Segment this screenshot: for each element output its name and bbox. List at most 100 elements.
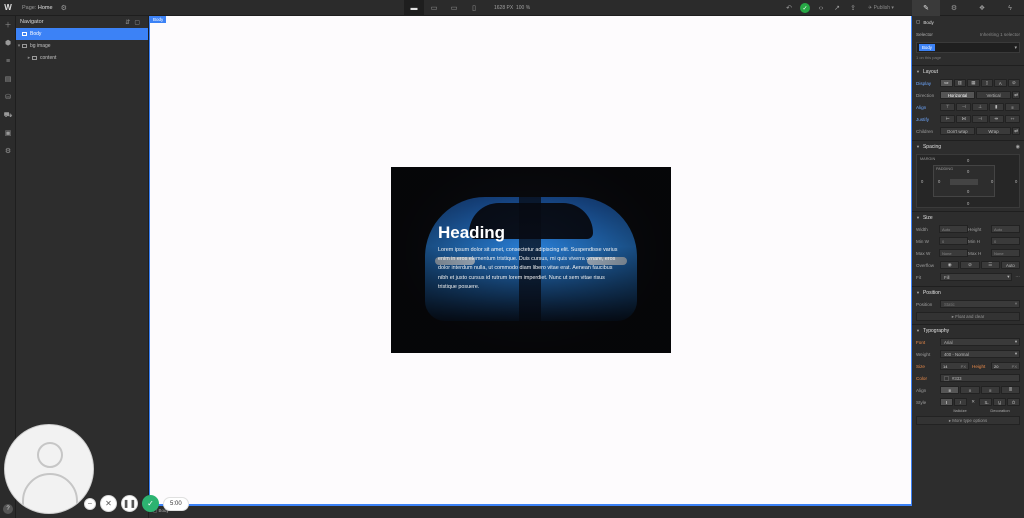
nav-item-body[interactable]: Body xyxy=(16,28,148,40)
align-center-icon[interactable]: ⊣ xyxy=(956,103,972,111)
font-size-input[interactable]: 14 PX xyxy=(940,362,969,370)
nav-item-bg-image[interactable]: ▾ bg image xyxy=(16,40,148,52)
padding-top[interactable]: 0 xyxy=(967,169,969,174)
direction-horizontal-button[interactable]: Horizontal xyxy=(940,91,975,99)
justify-around-icon[interactable]: ⇿ xyxy=(1004,115,1021,123)
align-right-icon[interactable]: ≡ xyxy=(980,386,1000,394)
interactions-icon[interactable]: ❖ xyxy=(968,0,996,16)
code-icon[interactable]: ‹› xyxy=(816,5,826,12)
margin-top[interactable]: 0 xyxy=(967,158,969,163)
pages-icon[interactable]: ▤ xyxy=(0,70,16,88)
max-width-input[interactable]: None xyxy=(939,249,968,257)
tablet-icon[interactable]: ▭ xyxy=(424,0,444,16)
weight-select[interactable]: 400 - Normal ▾ xyxy=(940,350,1020,358)
display-flex-button[interactable]: ▥ xyxy=(953,79,966,87)
width-input[interactable]: Auto xyxy=(939,225,968,233)
settings-gear-icon[interactable]: ⚙ xyxy=(0,142,16,160)
reverse-wrap-icon[interactable]: ⇄ xyxy=(1012,127,1020,135)
finish-recording-button[interactable]: ✓ xyxy=(142,495,159,512)
margin-right[interactable]: 0 xyxy=(1015,179,1017,184)
body-selection-tag[interactable]: Body xyxy=(150,16,167,23)
justify-between-icon[interactable]: ⇹ xyxy=(988,115,1004,123)
webflow-logo[interactable]: W xyxy=(0,0,16,16)
margin-bottom[interactable]: 0 xyxy=(967,201,969,206)
wrap-button[interactable]: Wrap xyxy=(976,127,1011,135)
padding-left[interactable]: 0 xyxy=(938,179,940,184)
direction-vertical-button[interactable]: Vertical xyxy=(976,91,1011,99)
section-spacing[interactable]: ▼ Spacing ◉ xyxy=(912,140,1024,152)
overflow-visible-icon[interactable]: ◉ xyxy=(940,261,960,269)
hero-heading[interactable]: Heading xyxy=(438,223,624,243)
fit-select[interactable]: Fill ▾ xyxy=(940,273,1013,281)
overflow-hidden-icon[interactable]: ⊘ xyxy=(960,261,980,269)
desktop-icon[interactable]: ▬ xyxy=(404,0,424,16)
selector-field[interactable]: Body ▾ xyxy=(916,42,1020,53)
display-grid-button[interactable]: ▦ xyxy=(967,79,980,87)
eye-icon[interactable]: ◉ xyxy=(1016,144,1020,150)
section-typography[interactable]: ▼ Typography xyxy=(912,324,1024,336)
padding-bottom[interactable]: 0 xyxy=(967,189,969,194)
display-inline-button[interactable]: A xyxy=(994,79,1007,87)
ecommerce-icon[interactable]: ⛟ xyxy=(0,106,16,124)
webcam-bubble[interactable] xyxy=(4,424,94,514)
spacing-editor[interactable]: MARGIN PADDING 0 0 0 0 0 0 0 0 xyxy=(916,154,1020,208)
padding-right[interactable]: 0 xyxy=(991,179,993,184)
selector-chip[interactable]: Body xyxy=(919,44,936,51)
min-height-input[interactable]: 0 xyxy=(991,237,1020,245)
line-height-unit[interactable]: PX xyxy=(1012,364,1017,369)
navigator-icon[interactable]: ≡ xyxy=(0,52,16,70)
align-end-icon[interactable]: ⊥ xyxy=(972,103,988,111)
navigator-controls[interactable]: ⇵▢ xyxy=(125,19,144,26)
components-icon[interactable]: ⬢ xyxy=(0,34,16,52)
lightning-icon[interactable]: ϟ xyxy=(996,0,1024,16)
section-position[interactable]: ▼ Position xyxy=(912,286,1024,298)
italic-icon[interactable]: I xyxy=(953,398,967,406)
display-inline-block-button[interactable]: ▯ xyxy=(980,79,993,87)
publish-button[interactable]: ✈ Publish ▾ xyxy=(868,5,894,11)
cancel-recording-button[interactable]: ✕ xyxy=(100,495,117,512)
position-select[interactable]: Static ▾ xyxy=(940,300,1020,308)
settings-icon[interactable]: ⚙ xyxy=(61,4,67,12)
height-input[interactable]: Auto xyxy=(991,225,1020,233)
minimize-icon[interactable]: – xyxy=(84,497,96,510)
help-icon[interactable]: ? xyxy=(3,504,13,514)
float-clear-button[interactable]: ▸ Float and clear xyxy=(916,312,1020,321)
justify-start-icon[interactable]: ⊢ xyxy=(940,115,956,123)
font-select[interactable]: Arial ▾ xyxy=(940,338,1020,346)
chevron-down-icon[interactable]: ▾ xyxy=(1014,45,1017,51)
align-justify-icon[interactable]: ≣ xyxy=(1000,386,1020,394)
undo-icon[interactable]: ↶ xyxy=(784,4,794,12)
align-start-icon[interactable]: ⊤ xyxy=(940,103,956,111)
align-left-icon[interactable]: ≡ xyxy=(940,386,960,394)
overflow-scroll-icon[interactable]: ☰ xyxy=(980,261,1000,269)
assets-icon[interactable]: ▣ xyxy=(0,124,16,142)
underline-icon[interactable]: U̲ xyxy=(993,398,1007,406)
margin-left[interactable]: 0 xyxy=(921,179,923,184)
strikethrough-icon[interactable]: S̶ xyxy=(979,398,993,406)
hero-paragraph[interactable]: Lorem ipsum dolor sit amet, consectetur … xyxy=(438,246,624,292)
add-icon[interactable]: ＋ xyxy=(0,16,16,34)
align-center-text-icon[interactable]: ≡ xyxy=(960,386,980,394)
italic-off-icon[interactable]: I xyxy=(940,398,953,406)
section-size[interactable]: ▼ Size xyxy=(912,211,1024,223)
check-icon[interactable]: ✓ xyxy=(800,3,810,13)
align-baseline-icon[interactable]: ≡ xyxy=(1004,103,1021,111)
display-none-button[interactable]: ⊘ xyxy=(1007,79,1020,87)
display-block-button[interactable]: ▭ xyxy=(940,79,953,87)
mobile-portrait-icon[interactable]: ▯ xyxy=(464,0,484,16)
section-layout[interactable]: ▼ Layout xyxy=(912,65,1024,77)
pause-recording-button[interactable]: ❚❚ xyxy=(121,495,138,512)
color-swatch[interactable] xyxy=(944,375,949,381)
nav-item-content[interactable]: ▸ content xyxy=(16,52,148,64)
overline-icon[interactable]: Ō xyxy=(1007,398,1020,406)
cms-icon[interactable]: ⛁ xyxy=(0,88,16,106)
bg-image-block[interactable]: Heading Lorem ipsum dolor sit amet, cons… xyxy=(391,167,671,353)
color-input[interactable]: #333 xyxy=(940,374,1020,382)
max-height-input[interactable]: None xyxy=(991,249,1020,257)
justify-end-icon[interactable]: ⊣ xyxy=(972,115,988,123)
reverse-icon[interactable]: ⇄ xyxy=(1012,91,1020,99)
more-icon[interactable]: ⋯ xyxy=(1015,274,1020,280)
dont-wrap-button[interactable]: Don't wrap xyxy=(940,127,975,135)
justify-center-icon[interactable]: ⋈ xyxy=(956,115,972,123)
no-decoration-icon[interactable]: ✕ xyxy=(968,398,979,406)
